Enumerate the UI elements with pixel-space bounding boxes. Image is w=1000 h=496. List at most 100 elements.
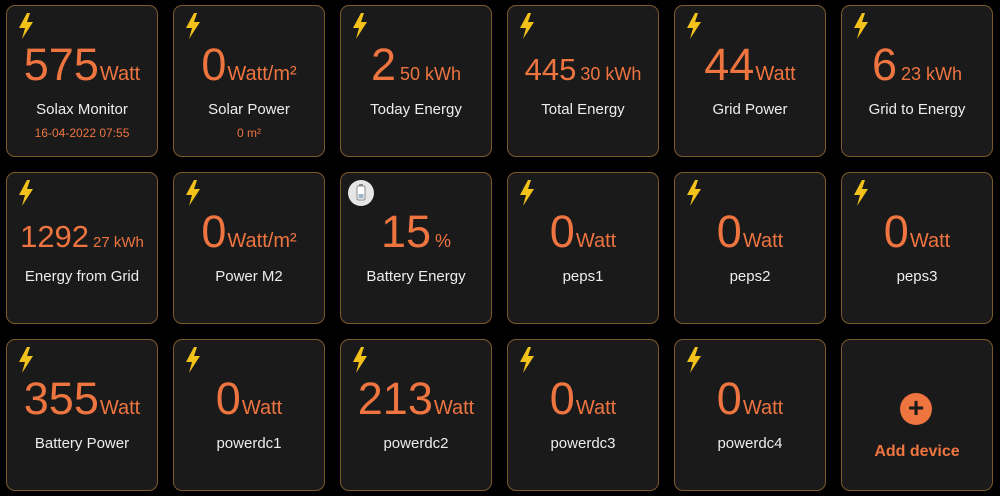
tile-powerdc1[interactable]: 0Watt powerdc1 — [173, 339, 325, 491]
lightning-icon — [186, 347, 200, 373]
tile-powerdc3[interactable]: 0Watt powerdc3 — [507, 339, 659, 491]
add-device-label: Add device — [874, 443, 960, 460]
tile-label: Battery Energy — [366, 268, 466, 285]
tile-label: Total Energy — [541, 101, 625, 118]
tile-label: Solar Power — [208, 101, 290, 118]
tile-label: Solax Monitor — [36, 101, 128, 118]
tile-grid-power[interactable]: 44Watt Grid Power — [674, 5, 826, 157]
tile-value: 0Watt/m² — [174, 209, 324, 254]
battery-icon — [348, 180, 374, 206]
lightning-icon — [186, 180, 200, 206]
tile-value: 1292 27 kWh — [7, 221, 157, 252]
tile-label: Grid Power — [712, 101, 788, 118]
value-unit: Watt — [575, 230, 617, 252]
value-unit: 50 kWh — [400, 64, 462, 84]
lightning-icon — [520, 180, 534, 206]
tile-solar-power[interactable]: 0Watt/m² Solar Power 0 m² — [173, 5, 325, 157]
value-number: 15 — [380, 206, 432, 257]
lightning-icon — [687, 180, 701, 206]
tile-value: 0Watt — [675, 376, 825, 421]
value-unit: 30 kWh — [580, 64, 642, 84]
value-number: 0 — [201, 39, 227, 90]
value-number: 0 — [549, 206, 575, 257]
tile-value: 0Watt — [174, 376, 324, 421]
value-unit: Watt — [433, 397, 475, 419]
value-number: 355 — [23, 373, 99, 424]
tile-value: 0Watt — [508, 376, 658, 421]
tile-value: 15% — [341, 209, 491, 254]
tile-power-m2[interactable]: 0Watt/m² Power M2 — [173, 172, 325, 324]
value-number: 2 — [370, 39, 396, 90]
value-unit: Watt — [99, 63, 141, 85]
value-number: 445 — [524, 52, 577, 87]
tile-value: 0Watt/m² — [174, 42, 324, 87]
value-unit: Watt/m² — [227, 63, 297, 85]
tile-powerdc4[interactable]: 0Watt powerdc4 — [674, 339, 826, 491]
device-grid: 575Watt Solax Monitor 16-04-2022 07:55 0… — [0, 0, 1000, 496]
tile-today-energy[interactable]: 2 50 kWh Today Energy — [340, 5, 492, 157]
value-number: 0 — [716, 373, 742, 424]
tile-value: 355Watt — [7, 376, 157, 421]
tile-label: Grid to Energy — [868, 101, 966, 118]
lightning-icon — [19, 347, 33, 373]
tile-label: Power M2 — [215, 268, 283, 285]
tile-total-energy[interactable]: 445 30 kWh Total Energy — [507, 5, 659, 157]
lightning-icon — [353, 13, 367, 39]
tile-peps1[interactable]: 0Watt peps1 — [507, 172, 659, 324]
value-unit: Watt — [909, 230, 951, 252]
value-unit: Watt — [755, 63, 796, 85]
value-unit: Watt — [742, 397, 784, 419]
value-number: 575 — [23, 39, 99, 90]
value-number: 0 — [716, 206, 742, 257]
tile-grid-to-energy[interactable]: 6 23 kWh Grid to Energy — [841, 5, 993, 157]
value-number: 6 — [871, 39, 897, 90]
tile-battery-power[interactable]: 355Watt Battery Power — [6, 339, 158, 491]
tile-solax-monitor[interactable]: 575Watt Solax Monitor 16-04-2022 07:55 — [6, 5, 158, 157]
tile-powerdc2[interactable]: 213Watt powerdc2 — [340, 339, 492, 491]
value-unit: Watt/m² — [227, 230, 297, 252]
tile-label: Today Energy — [370, 101, 462, 118]
tile-value: 0Watt — [675, 209, 825, 254]
lightning-icon — [19, 180, 33, 206]
value-unit: Watt — [241, 397, 283, 419]
tile-label: peps3 — [896, 268, 938, 285]
tile-timestamp: 16-04-2022 07:55 — [34, 126, 130, 140]
value-number: 1292 — [20, 219, 90, 254]
tile-label: powerdc3 — [550, 435, 616, 452]
add-device-button[interactable]: + Add device — [841, 339, 993, 491]
value-number: 44 — [704, 39, 755, 90]
value-unit: Watt — [99, 397, 141, 419]
value-unit: Watt — [742, 230, 784, 252]
tile-value: 6 23 kWh — [842, 42, 992, 87]
plus-icon: + — [900, 393, 932, 425]
tile-label: Energy from Grid — [24, 268, 140, 285]
value-number: 213 — [357, 373, 433, 424]
tile-energy-from-grid[interactable]: 1292 27 kWh Energy from Grid — [6, 172, 158, 324]
tile-label: peps2 — [729, 268, 771, 285]
lightning-icon — [520, 13, 534, 39]
lightning-icon — [854, 180, 868, 206]
tile-value: 575Watt — [7, 42, 157, 87]
tile-label: powerdc4 — [717, 435, 783, 452]
tile-value: 0Watt — [842, 209, 992, 254]
lightning-icon — [687, 347, 701, 373]
lightning-icon — [19, 13, 33, 39]
tile-value: 44Watt — [675, 42, 825, 87]
tile-battery-energy[interactable]: 15% Battery Energy — [340, 172, 492, 324]
lightning-icon — [687, 13, 701, 39]
tile-value: 0Watt — [508, 209, 658, 254]
tile-subvalue: 0 m² — [237, 126, 261, 140]
tile-peps2[interactable]: 0Watt peps2 — [674, 172, 826, 324]
lightning-icon — [520, 347, 534, 373]
lightning-icon — [353, 347, 367, 373]
value-unit: % — [435, 231, 452, 251]
tile-value: 2 50 kWh — [341, 42, 491, 87]
value-number: 0 — [215, 373, 241, 424]
value-number: 0 — [883, 206, 909, 257]
tile-label: powerdc1 — [216, 435, 282, 452]
value-unit: Watt — [575, 397, 617, 419]
lightning-icon — [186, 13, 200, 39]
tile-value: 213Watt — [341, 376, 491, 421]
value-number: 0 — [549, 373, 575, 424]
tile-peps3[interactable]: 0Watt peps3 — [841, 172, 993, 324]
